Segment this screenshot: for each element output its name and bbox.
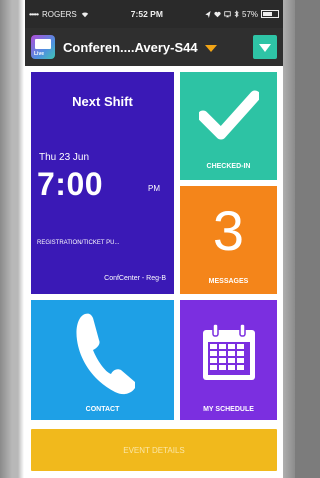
heart-icon: [214, 11, 221, 17]
next-shift-title: Next Shift: [72, 94, 133, 109]
event-details-button[interactable]: EVENT DETAILS: [31, 429, 277, 471]
bluetooth-icon: [234, 10, 239, 18]
checked-in-label: CHECKED-IN: [206, 163, 251, 170]
messages-count: 3: [212, 199, 245, 262]
shift-time: 7:00: [37, 166, 104, 202]
contact-label: CONTACT: [85, 406, 120, 413]
checkmark-icon: [199, 90, 259, 140]
menu-button[interactable]: [253, 35, 277, 59]
checked-in-tile[interactable]: CHECKED-IN: [180, 72, 277, 180]
event-details-label: EVENT DETAILS: [123, 445, 185, 455]
phone-icon: [76, 313, 135, 395]
signal-strength-icon: •••••: [29, 9, 39, 19]
screen-mirror-icon: [224, 10, 231, 17]
app-logo-text: Live: [34, 51, 45, 57]
next-shift-tile[interactable]: Next Shift Thu 23 Jun 7:00 PM REGISTRATI…: [31, 72, 174, 294]
app-screen: ••••• ROGERS 7:52 PM 57% Live Conferen..…: [25, 0, 283, 478]
location-icon: [205, 10, 211, 18]
wifi-icon: [81, 11, 88, 17]
app-logo[interactable]: Live: [31, 35, 55, 59]
dropdown-arrow-icon: [259, 44, 271, 52]
messages-tile[interactable]: 3 MESSAGES: [180, 186, 277, 294]
calendar-icon: [203, 323, 255, 380]
chevron-down-icon[interactable]: [204, 44, 217, 52]
shift-description: REGISTRATION/TICKET PU...: [37, 240, 120, 246]
messages-label: MESSAGES: [208, 278, 249, 285]
my-schedule-label: MY SCHEDULE: [203, 406, 254, 413]
top-nav-bar: Live Conferen....Avery-S44: [25, 28, 283, 66]
status-bar: ••••• ROGERS 7:52 PM 57%: [25, 0, 283, 28]
my-schedule-tile[interactable]: MY SCHEDULE: [180, 300, 277, 420]
shift-location: ConfCenter - Reg-B: [104, 275, 166, 282]
carrier-name: ROGERS: [42, 9, 77, 19]
shift-ampm: PM: [148, 184, 160, 193]
battery-icon: [261, 10, 280, 18]
event-selector-title[interactable]: Conferen....Avery-S44: [63, 40, 198, 55]
status-time: 7:52 PM: [130, 9, 163, 19]
contact-tile[interactable]: CONTACT: [31, 300, 174, 420]
battery-percent: 57%: [242, 9, 259, 19]
shift-date: Thu 23 Jun: [39, 152, 90, 163]
